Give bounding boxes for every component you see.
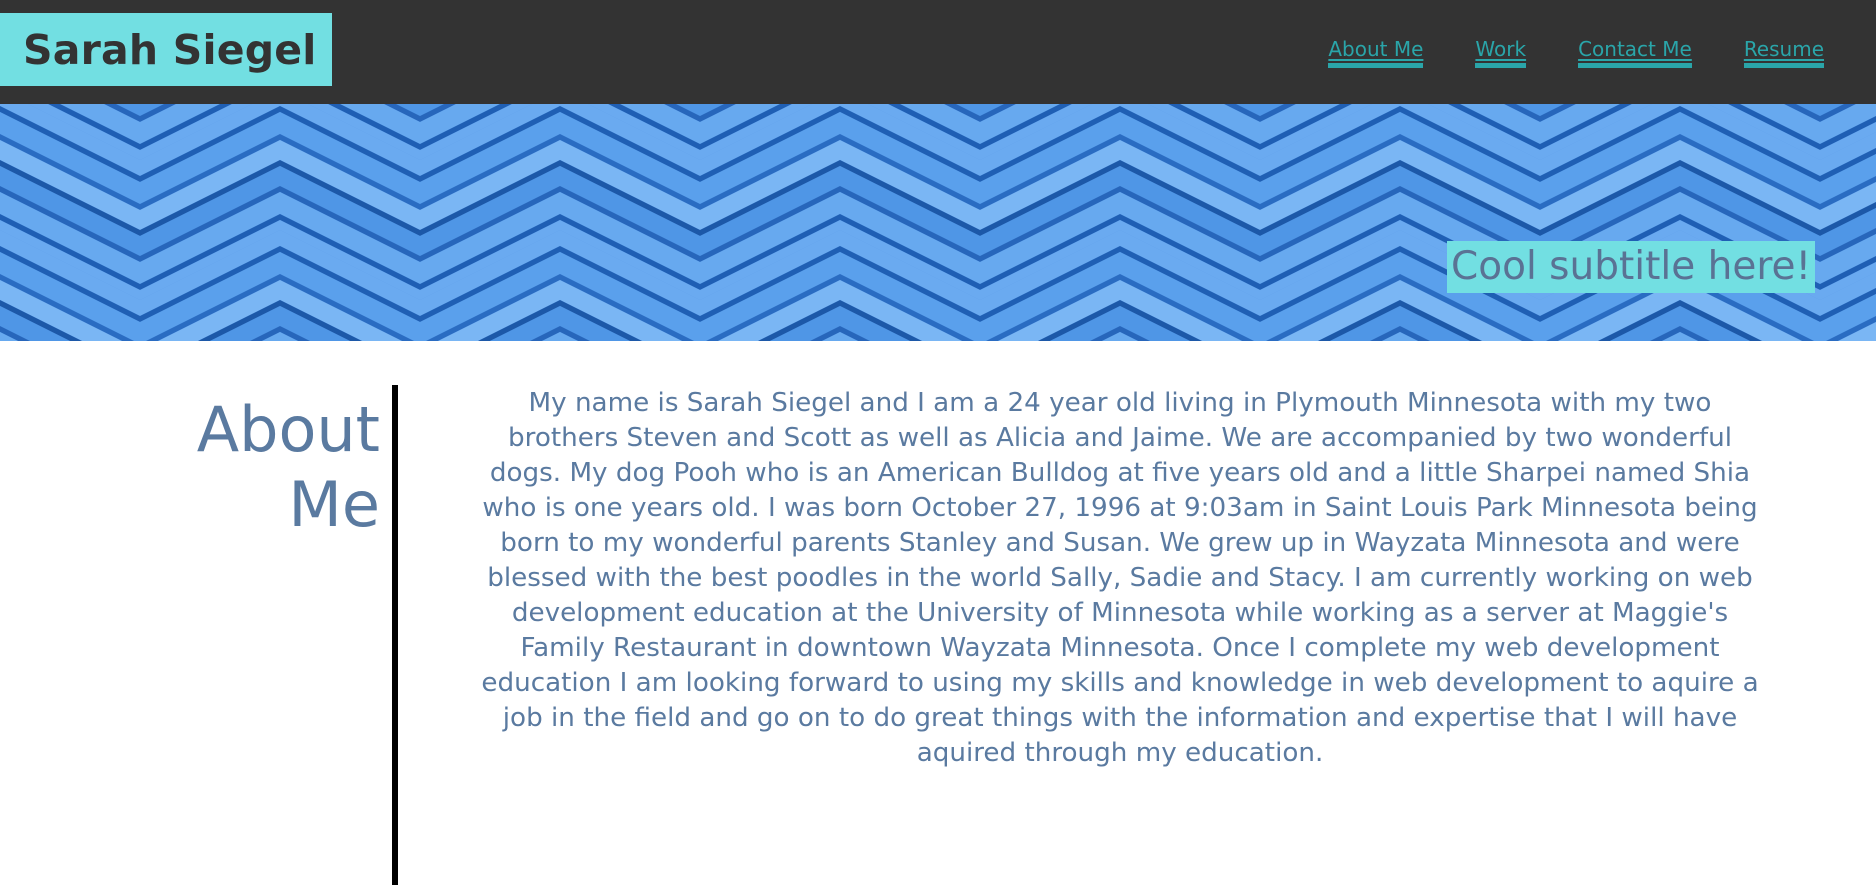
hero-subtitle: Cool subtitle here! [1447, 241, 1816, 293]
about-heading-line1: About [196, 393, 380, 466]
about-paragraph: My name is Sarah Siegel and I am a 24 ye… [481, 388, 1759, 768]
chevron-wood-pattern [0, 104, 1876, 341]
about-heading: About Me [130, 392, 380, 542]
site-header: Sarah Siegel About Me Work Contact Me Re… [0, 0, 1876, 104]
nav-link-contact-me[interactable]: Contact Me [1578, 36, 1692, 68]
hero-banner [0, 104, 1876, 341]
brand-box[interactable]: Sarah Siegel [0, 13, 332, 86]
about-heading-line2: Me [288, 468, 380, 541]
nav-link-about-me[interactable]: About Me [1328, 36, 1424, 68]
site-title[interactable]: Sarah Siegel [23, 26, 317, 74]
main-nav: About Me Work Contact Me Resume [1328, 36, 1824, 68]
nav-link-work[interactable]: Work [1475, 36, 1527, 68]
vertical-divider [392, 385, 398, 885]
nav-link-resume[interactable]: Resume [1743, 36, 1824, 68]
